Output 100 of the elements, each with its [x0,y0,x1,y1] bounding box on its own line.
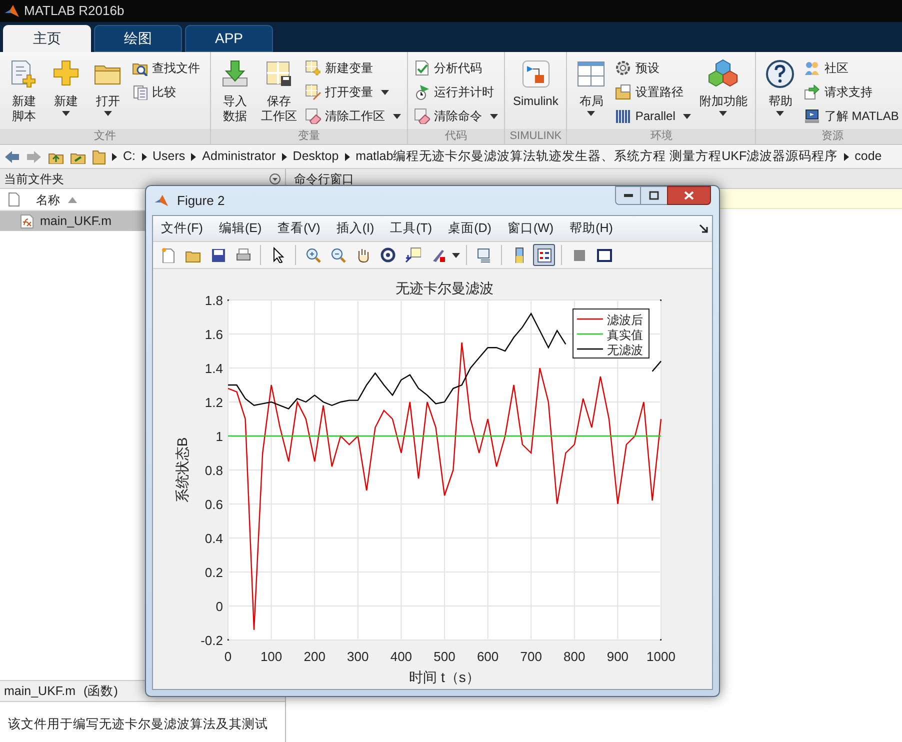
eraser-icon [414,108,430,124]
toolstrip-button[interactable]: 清除工作区 [305,106,401,126]
path-separator-icon [282,152,287,160]
legend-label: 滤波后 [607,313,643,327]
x-tick-label: 500 [434,649,456,664]
section-label: 代码 [445,129,467,144]
toolstrip-button[interactable]: 新建变量 [305,58,401,78]
y-tick-label: 0.4 [204,531,223,546]
legend-label: 无滤波 [607,343,643,357]
toolstrip-button[interactable]: Parallel [615,106,692,126]
toolstrip-button[interactable]: 了解 MATLAB [804,106,902,126]
toolstrip-button[interactable]: Simulink [511,58,560,109]
section-label: 资源 [822,129,844,144]
settings-icon [615,60,632,76]
file-description: 该文件用于编写无迹卡尔曼滤波算法及其测试 [8,717,268,731]
x-tick-label: 100 [260,649,282,664]
toolstrip-button[interactable]: 打开变量 [305,82,401,102]
panel-menu-icon[interactable] [269,172,281,184]
path-segment[interactable]: code [854,147,882,166]
toolstrip-button[interactable]: 新建 [48,58,84,116]
toolstrip-button[interactable]: 运行并计时 [414,82,498,102]
printer-icon [235,247,251,263]
arrow-icon [804,84,820,100]
x-tick-label: 1000 [646,649,676,664]
path-segment[interactable]: matlab编程无迹卡尔曼滤波算法轨迹发生器、系统方程 测量方程UKF滤波器源码程序 [356,147,838,166]
y-tick-label: 1.8 [204,293,223,308]
menu-item[interactable]: 插入(I) [332,219,378,238]
block-diagram-icon [520,58,552,90]
close-button[interactable] [667,186,711,205]
y-tick-label: 1 [216,429,223,444]
toolstrip-button[interactable]: 分析代码 [414,58,498,78]
function-file-icon [20,214,34,228]
y-axis-label: 系统状态B [174,437,190,503]
menu-item[interactable]: 帮助(H) [566,219,617,238]
toolstrip-button[interactable]: 清除命令 [414,106,498,126]
panel-title: 当前文件夹 [4,170,64,188]
path-segment[interactable]: Desktop [292,147,339,166]
path-segment[interactable]: Users [152,147,186,166]
toolstrip-button[interactable]: 附加功能 [697,58,750,116]
x-axis-label: 时间 t（s） [409,669,480,685]
ribbon-tab[interactable]: APP [185,25,273,52]
legend-icon [536,247,552,263]
chart-title: 无迹卡尔曼滤波 [396,280,494,296]
document-check-icon [414,60,430,76]
toolbar-button[interactable] [533,244,555,266]
path-separator-icon [844,152,849,160]
toolstrip-button[interactable]: 打开 [90,58,126,116]
y-tick-label: 0.2 [204,565,223,580]
monitor-icon [804,108,820,124]
section-label: 环境 [650,129,672,144]
grid-pencil-icon [305,84,321,100]
x-tick-label: 700 [520,649,542,664]
toolstrip-button[interactable]: 设置路径 [615,82,692,102]
toolstrip-button[interactable]: 查找文件 [132,58,204,78]
folder-icon [92,148,106,164]
y-tick-label: 1.2 [204,395,223,410]
matlab-logo-icon [154,193,169,208]
path-separator-icon [191,152,196,160]
ribbon-tab[interactable]: 主页 [3,25,91,52]
menu-item[interactable]: 工具(T) [386,219,436,238]
people-icon [804,60,820,76]
file-type: (函数) [84,682,118,700]
window-title: MATLAB R2016b [24,2,124,20]
ribbon-tab[interactable]: 绘图 [94,25,182,52]
toolstrip-button[interactable]: 帮助 [762,58,798,116]
minimize-button[interactable] [615,186,641,205]
path-segment[interactable]: C: [123,147,136,166]
link-plot-icon [476,247,492,263]
toolstrip-button[interactable]: 保存 工作区 [259,58,299,124]
column-header[interactable]: 名称 [28,190,60,208]
x-tick-label: 900 [606,649,629,664]
toolstrip-button[interactable]: 社区 [804,58,902,78]
toolstrip-button[interactable]: 新建 脚本 [6,58,42,124]
toolstrip-button[interactable]: 导入 数据 [217,58,253,124]
toolstrip-button[interactable]: 布局 [573,58,610,116]
y-tick-label: 1.4 [204,361,223,376]
toolstrip-button[interactable]: 比较 [132,82,204,102]
toolstrip-button[interactable]: 预设 [615,58,692,78]
section-label: 文件 [94,129,116,144]
path-separator-icon [142,152,146,160]
file-name: main_UKF.m [4,682,76,700]
menu-item[interactable]: 窗口(W) [503,219,558,238]
y-tick-label: 0 [216,599,223,614]
sort-up-icon [68,196,77,202]
y-tick-label: 0.8 [204,463,223,478]
close-icon [684,191,694,200]
toolstrip-button[interactable]: 请求支持 [804,82,902,102]
panel-title: 命令行窗口 [294,170,354,188]
square-icon [571,247,587,263]
dock-arrow-icon[interactable] [699,224,708,233]
back-icon[interactable] [4,150,20,164]
path-segment[interactable]: Administrator [202,147,276,166]
section-label: SIMULINK [510,129,562,144]
maximize-button[interactable] [641,186,667,205]
menu-item[interactable]: 桌面(D) [444,219,496,238]
x-tick-label: 800 [564,649,586,664]
section-label: 变量 [298,129,320,144]
x-tick-label: 400 [390,649,412,664]
x-tick-label: 300 [347,649,369,664]
help-icon [764,58,796,90]
